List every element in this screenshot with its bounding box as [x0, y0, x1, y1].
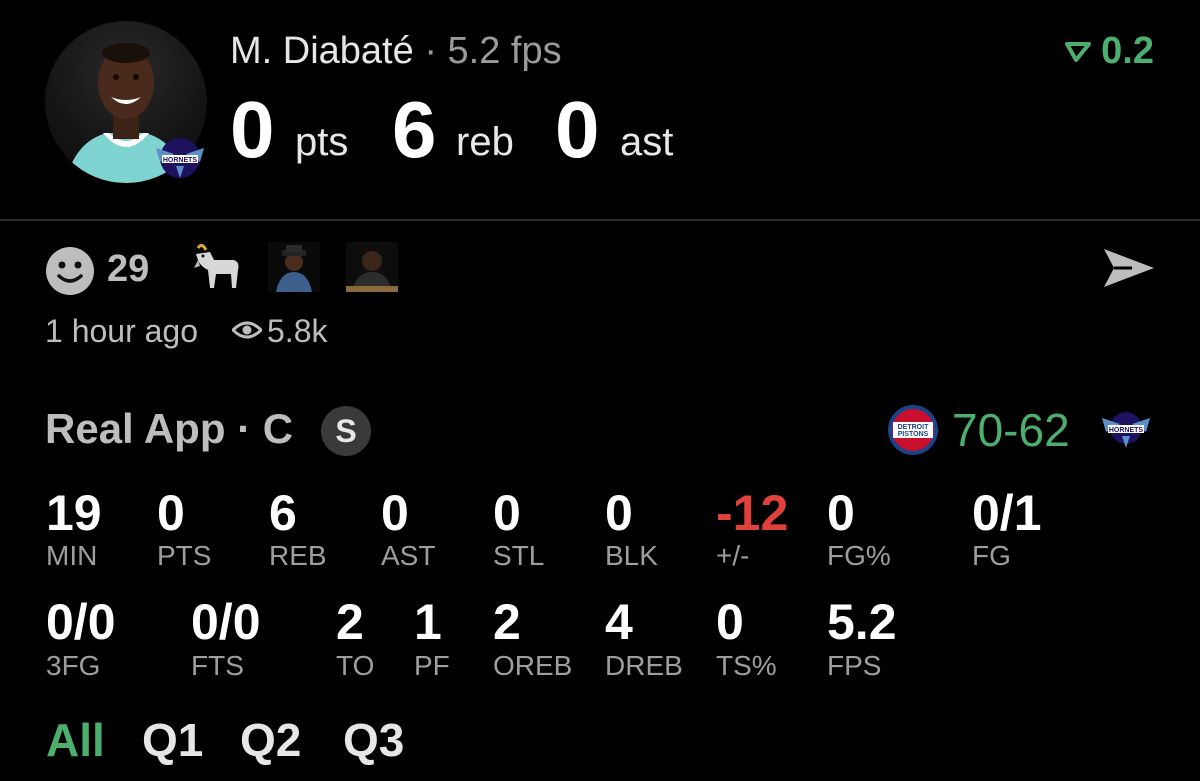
- stat-ast-label: AST: [381, 540, 436, 571]
- stat-3fg-value: 0/0: [46, 594, 116, 650]
- stat-fg-pct-value: 0: [827, 485, 855, 541]
- stat-to-value: 2: [336, 594, 364, 650]
- tab-all[interactable]: All: [46, 713, 105, 767]
- stat-pts-value: 0: [157, 485, 185, 541]
- tab-q1[interactable]: Q1: [142, 713, 203, 767]
- game-score: 70-62: [952, 403, 1070, 457]
- score-dash: -: [1003, 404, 1019, 456]
- stat-reb-label: REB: [269, 540, 327, 571]
- stat-fts-value: 0/0: [191, 594, 261, 650]
- name-separator: ·: [424, 30, 437, 72]
- stat-oreb-label: OREB: [493, 650, 573, 681]
- reaction-sticker-1[interactable]: [268, 242, 320, 292]
- stat-fg-pct-label: FG%: [827, 540, 891, 571]
- stat-plus-minus-value: -12: [716, 485, 789, 541]
- trend-value: 0.2: [1101, 30, 1154, 72]
- stat-plus-minus-label: +/-: [716, 540, 750, 571]
- stat-3fg-label: 3FG: [46, 650, 101, 681]
- reaction-count[interactable]: 29: [107, 248, 149, 291]
- trend-indicator: 0.2: [1063, 30, 1154, 73]
- rebounds-value: 6: [392, 85, 437, 174]
- stat-ts-pct-value: 0: [716, 594, 744, 650]
- svg-text:HORNETS: HORNETS: [1109, 427, 1144, 434]
- stat-ts-pct-label: TS%: [716, 650, 777, 681]
- reaction-sticker-2[interactable]: [346, 242, 398, 292]
- stat-pf-label: PF: [414, 650, 450, 681]
- stat-pf-value: 1: [414, 594, 442, 650]
- stat-stl-value: 0: [493, 485, 521, 541]
- stat-dreb-label: DREB: [605, 650, 683, 681]
- stat-fg-label: FG: [972, 540, 1011, 571]
- hornets-logo-icon: HORNETS: [156, 138, 204, 178]
- header-divider: [0, 219, 1200, 221]
- stat-fps-value: 5.2: [827, 594, 897, 650]
- rebounds-unit: reb: [456, 120, 514, 164]
- hornets-logo-small-icon: HORNETS: [1102, 412, 1150, 448]
- tab-q2[interactable]: Q2: [240, 713, 301, 767]
- assists-value: 0: [555, 85, 600, 174]
- score-away: 62: [1018, 404, 1070, 456]
- starter-badge: S: [321, 406, 371, 456]
- player-fps: 5.2 fps: [447, 30, 562, 72]
- stat-stl-label: STL: [493, 540, 545, 571]
- svg-text:DETROIT: DETROIT: [898, 424, 929, 431]
- stat-dreb-value: 4: [605, 594, 633, 650]
- stat-min-value: 19: [46, 485, 102, 541]
- assists-unit: ast: [620, 120, 674, 164]
- send-icon[interactable]: [1102, 245, 1156, 291]
- post-timestamp: 1 hour ago: [45, 313, 199, 349]
- player-name[interactable]: M. Diabaté: [230, 30, 414, 72]
- player-name-line[interactable]: M. Diabaté · 5.2 fps: [230, 30, 562, 73]
- stats-source: Real App · C: [45, 405, 294, 452]
- goat-icon[interactable]: [188, 240, 244, 296]
- score-home: 70: [952, 404, 1004, 456]
- stat-ast-value: 0: [381, 485, 409, 541]
- stat-oreb-value: 2: [493, 594, 521, 650]
- stat-blk-label: BLK: [605, 540, 658, 571]
- stat-to-label: TO: [336, 650, 375, 681]
- stat-blk-value: 0: [605, 485, 633, 541]
- eye-icon: [232, 321, 262, 339]
- points-unit: pts: [295, 120, 349, 164]
- pistons-logo-icon: DETROIT PISTONS: [888, 405, 938, 455]
- view-count: 5.8k: [267, 313, 328, 349]
- stat-fg-value: 0/1: [972, 485, 1042, 541]
- svg-text:PISTONS: PISTONS: [898, 431, 929, 438]
- points-value: 0: [230, 85, 275, 174]
- tab-q3[interactable]: Q3: [343, 713, 404, 767]
- stat-fps-label: FPS: [827, 650, 882, 681]
- stat-fts-label: FTS: [191, 650, 244, 681]
- smiley-icon[interactable]: [45, 246, 95, 296]
- stat-pts-label: PTS: [157, 540, 212, 571]
- stat-min-label: MIN: [46, 540, 98, 571]
- svg-text:HORNETS: HORNETS: [163, 157, 198, 164]
- stat-reb-value: 6: [269, 485, 297, 541]
- trend-down-arrow-icon: [1065, 41, 1092, 62]
